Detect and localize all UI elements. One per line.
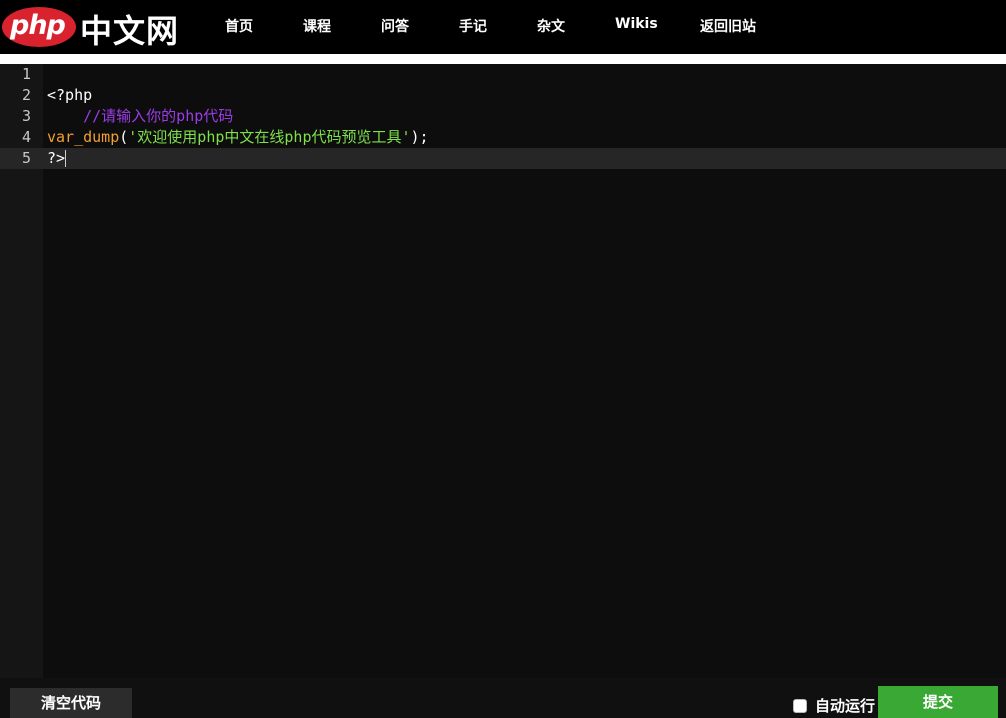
line-number: 4 xyxy=(21,128,31,146)
line-number: 1 xyxy=(21,65,31,83)
logo-php-badge: php xyxy=(2,7,76,47)
line-number: 2 xyxy=(21,86,31,104)
editor-line-active[interactable]: 5 ?> xyxy=(0,148,1006,169)
code-editor[interactable]: 1 2 <?php 3 //请输入你的php代码 4 var_dump('欢迎使… xyxy=(0,64,1006,678)
code-string-literal: '欢迎使用php中文在线php代码预览工具' xyxy=(128,128,411,146)
code-comment: //请输入你的php代码 xyxy=(47,107,234,125)
bottom-toolbar: 清空代码 自动运行 提交 xyxy=(0,678,1006,718)
code-php-open-tag: <?php xyxy=(47,86,93,104)
line-number: 3 xyxy=(21,107,31,125)
top-navigation-bar: php 中文网 首页 课程 问答 手记 杂文 Wikis 返回旧站 xyxy=(0,0,1006,52)
code-var-dump-statement: var_dump('欢迎使用php中文在线php代码预览工具'); xyxy=(47,127,429,148)
clear-code-button[interactable]: 清空代码 xyxy=(10,688,132,718)
nav-item-qa[interactable]: 问答 xyxy=(381,16,409,36)
logo-cn-text: 中文网 xyxy=(80,12,180,50)
site-logo[interactable]: php 中文网 xyxy=(2,4,202,50)
text-cursor xyxy=(65,150,67,167)
nav-item-old-site[interactable]: 返回旧站 xyxy=(700,16,756,36)
nav-item-notes[interactable]: 手记 xyxy=(459,16,487,36)
editor-line[interactable]: 1 xyxy=(0,64,1006,85)
code-function-name: var_dump xyxy=(47,128,120,146)
code-open-paren: ( xyxy=(119,128,129,146)
code-close-paren: ); xyxy=(410,128,429,146)
nav-item-courses[interactable]: 课程 xyxy=(303,16,331,36)
header-divider xyxy=(0,54,1006,64)
editor-line[interactable]: 2 <?php xyxy=(0,85,1006,106)
nav-item-home[interactable]: 首页 xyxy=(225,16,253,36)
nav-item-wikis[interactable]: Wikis xyxy=(615,16,658,32)
logo-php-text: php xyxy=(10,10,66,41)
auto-run-checkbox[interactable] xyxy=(793,699,807,713)
submit-button[interactable]: 提交 xyxy=(878,686,998,718)
editor-line[interactable]: 3 //请输入你的php代码 xyxy=(0,106,1006,127)
nav-item-articles[interactable]: 杂文 xyxy=(537,16,565,36)
editor-line[interactable]: 4 var_dump('欢迎使用php中文在线php代码预览工具'); xyxy=(0,127,1006,148)
code-php-close-tag: ?> xyxy=(47,149,66,167)
line-number: 5 xyxy=(21,149,31,167)
code-php-close-tag-line: ?> xyxy=(47,148,67,169)
auto-run-label: 自动运行 xyxy=(815,697,876,715)
